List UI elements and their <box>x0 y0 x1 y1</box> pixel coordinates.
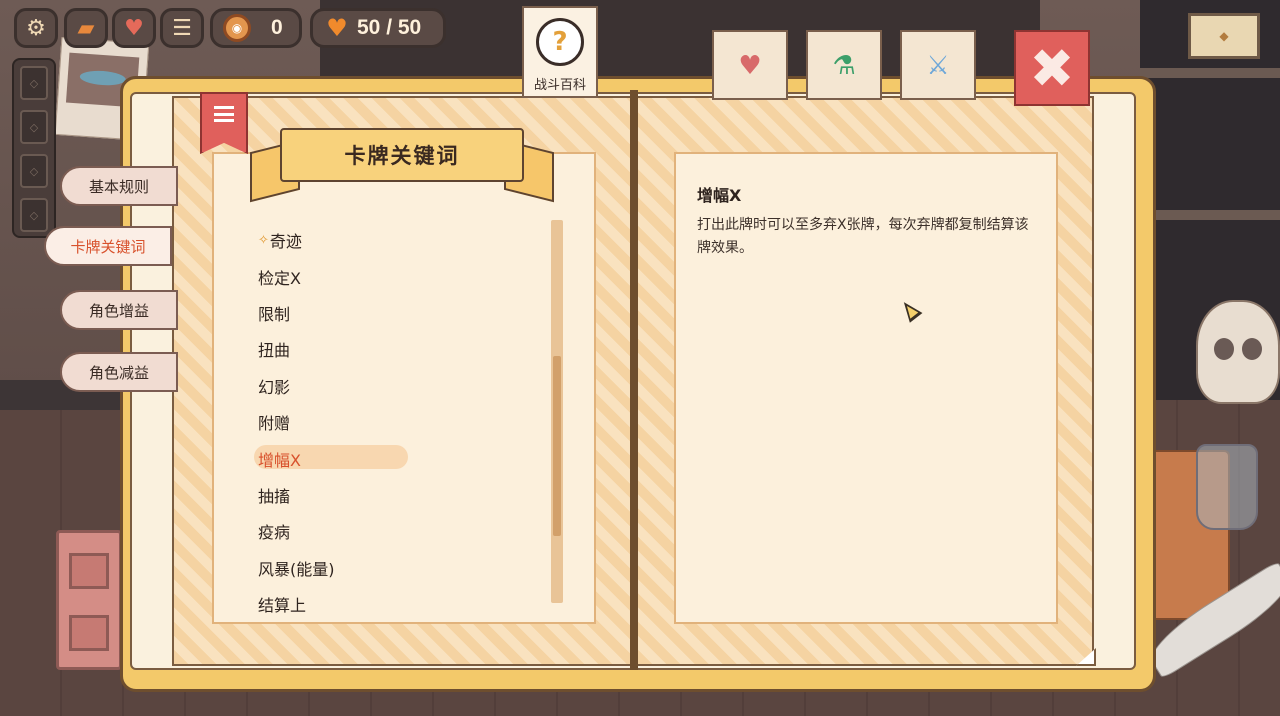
keyword-detail-title: 增幅X <box>697 186 742 205</box>
keyword-label: 增幅X <box>258 450 301 470</box>
list-item[interactable]: 结算上 <box>256 586 546 622</box>
tab-combat-encyclopedia[interactable]: ? 战斗百科 <box>522 6 598 98</box>
map-button[interactable]: ◆ <box>1188 13 1260 59</box>
crate-panel <box>69 553 109 589</box>
star-icon: ✧ <box>258 232 269 248</box>
list-item[interactable]: 检定X <box>256 258 546 294</box>
map-icon: ◆ <box>1219 29 1229 43</box>
coin-icon: ◉ <box>223 14 251 42</box>
keyword-label: 附赠 <box>258 414 291 434</box>
list-item[interactable]: ✧ 奇迹 <box>256 222 546 258</box>
page-title: 卡牌关键词 <box>344 144 460 168</box>
tab-equipment[interactable]: ⚔ <box>900 30 976 100</box>
sword-icon: ⚔ <box>926 51 950 81</box>
keyword-label: 限制 <box>258 304 291 324</box>
side-tab-label: 角色减益 <box>88 363 149 382</box>
list-item[interactable]: 附赠 <box>256 404 546 440</box>
side-tab-label: 角色增益 <box>88 301 149 320</box>
keyword-list: ✧ 奇迹 检定X 限制 扭曲 幻影 附赠 增幅X 抽搐 疫病 风暴(能量) 结算… <box>254 222 546 615</box>
coin-value: 0 <box>271 16 283 39</box>
keyword-label: 抽搐 <box>258 486 291 506</box>
scrollbar-thumb[interactable] <box>553 356 561 536</box>
keyword-label: 扭曲 <box>258 341 291 361</box>
keyword-label: 疫病 <box>258 523 291 543</box>
list-item[interactable]: 扭曲 <box>256 331 546 367</box>
keyword-label: 检定X <box>258 268 301 288</box>
gear-icon: ⚙ <box>26 15 46 41</box>
tab-cards[interactable]: ♥ <box>712 30 788 100</box>
scroll-icon: ☰ <box>172 15 192 41</box>
skull-eye <box>1242 338 1262 360</box>
shelf-plank <box>1140 68 1280 78</box>
question-mark-icon: ? <box>536 18 584 66</box>
side-tab-buffs[interactable]: 角色增益 <box>60 290 178 330</box>
side-tab-debuffs[interactable]: 角色减益 <box>60 352 178 392</box>
heart-icon: ♥ <box>326 14 348 42</box>
empty-slot[interactable]: ◇ <box>20 198 48 232</box>
card-book-icon: ▰ <box>77 15 95 41</box>
ink-jar <box>1196 444 1258 530</box>
shelf-plank <box>1140 210 1280 220</box>
crate-panel <box>69 615 109 651</box>
tab-potions[interactable]: ⚗ <box>806 30 882 100</box>
empty-slot[interactable]: ◇ <box>20 66 48 100</box>
coin-counter: ◉ 0 <box>210 8 302 48</box>
side-tab-label: 基本规则 <box>88 177 149 196</box>
list-item[interactable]: 疫病 <box>256 513 546 549</box>
keyword-label: 结算上 <box>258 596 307 616</box>
notes-button[interactable]: ☰ <box>160 8 204 48</box>
skull-decoration <box>1196 300 1280 404</box>
settings-button[interactable]: ⚙ <box>14 8 58 48</box>
page-title-ribbon: 卡牌关键词 <box>280 128 524 182</box>
heart-card-icon: ♥ <box>738 51 762 81</box>
keyword-label: 奇迹 <box>269 232 302 252</box>
close-button[interactable]: ✖ <box>1014 30 1090 106</box>
wooden-crate <box>56 530 122 670</box>
heart-card-icon: ♥ <box>124 15 144 41</box>
relics-button[interactable]: ♥ <box>112 8 156 48</box>
potion-icon: ⚗ <box>832 51 856 81</box>
list-item-selected[interactable]: 增幅X <box>254 440 546 476</box>
side-tab-card-keywords[interactable]: 卡牌关键词 <box>44 226 172 266</box>
list-item[interactable]: 幻影 <box>256 368 546 404</box>
health-counter: ♥ 50 / 50 <box>310 8 446 48</box>
list-item[interactable]: 抽搐 <box>256 477 546 513</box>
tab-label: 战斗百科 <box>533 78 586 93</box>
list-item[interactable]: 风暴(能量) <box>256 550 546 586</box>
keyword-label: 风暴(能量) <box>258 559 335 579</box>
deck-button[interactable]: ▰ <box>64 8 108 48</box>
health-value: 50 / 50 <box>357 16 422 39</box>
menu-icon <box>214 106 234 122</box>
close-icon: ✖ <box>1029 36 1075 100</box>
side-tab-basic-rules[interactable]: 基本规则 <box>60 166 178 206</box>
keyword-label: 幻影 <box>258 377 291 397</box>
side-tab-label: 卡牌关键词 <box>70 237 146 256</box>
empty-slot[interactable]: ◇ <box>20 110 48 144</box>
relic-slot-rail: ◇ ◇ ◇ ◇ <box>12 58 56 238</box>
skull-eye <box>1214 338 1234 360</box>
empty-slot[interactable]: ◇ <box>20 154 48 188</box>
keyword-detail-description: 打出此牌时可以至多弃X张牌，每次弃牌都复制结算该牌效果。 <box>697 217 1029 256</box>
book-spine <box>630 90 638 670</box>
list-item[interactable]: 限制 <box>256 295 546 331</box>
